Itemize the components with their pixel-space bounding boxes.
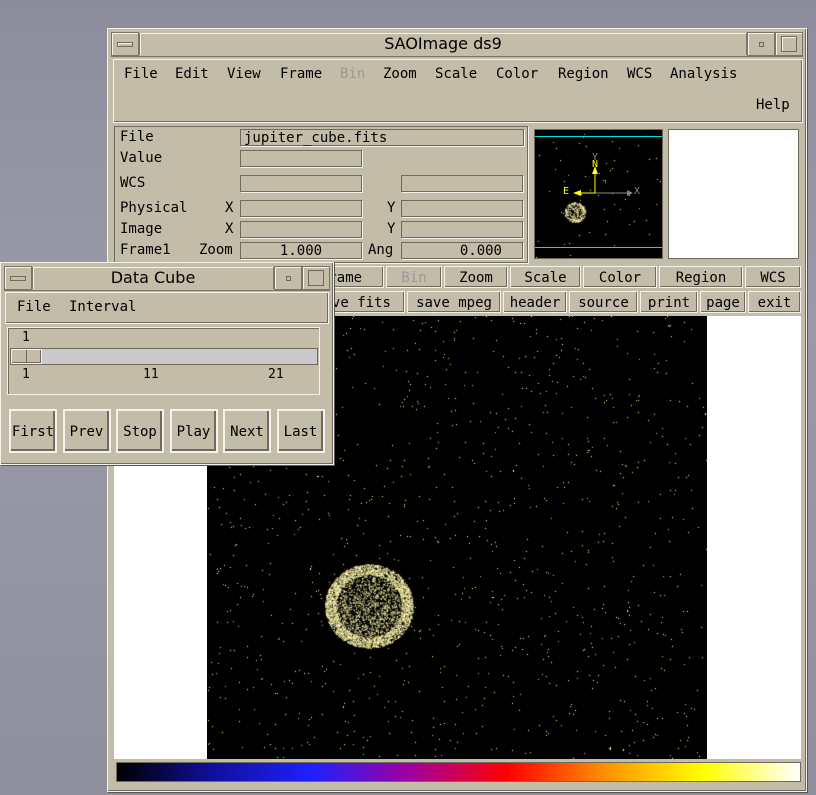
cube-menu-file[interactable]: File	[17, 299, 51, 315]
button-next[interactable]: Next	[223, 409, 271, 453]
button-region[interactable]: Region	[659, 266, 743, 288]
menu-zoom[interactable]: Zoom	[383, 66, 417, 82]
cube-menu-interval[interactable]: Interval	[69, 299, 136, 315]
minimize-icon	[758, 41, 764, 47]
cube-maximize-button[interactable]	[302, 266, 330, 290]
image-x-label: X	[225, 221, 234, 237]
frame-label: Frame1	[120, 242, 171, 258]
button-page[interactable]: page	[700, 291, 746, 313]
info-panel: File jupiter_cube.fits Value WCS Physica…	[114, 126, 528, 263]
magnifier	[668, 129, 799, 259]
panner-east-label: E	[563, 186, 570, 197]
menu-region[interactable]: Region	[558, 66, 609, 82]
image-x-field	[240, 221, 362, 238]
menu-bar: File Edit View Frame Bin Zoom Scale Color Region…	[113, 59, 803, 123]
image-y-label: Y	[387, 221, 396, 237]
title-bar[interactable]: SAOImage ds9	[111, 32, 803, 57]
maximize-button[interactable]	[775, 32, 803, 56]
menu-color[interactable]: Color	[496, 66, 538, 82]
panner-x-label: X	[634, 186, 641, 197]
value-label: Value	[120, 150, 163, 166]
physical-x-label: X	[225, 200, 234, 216]
window-menu-button[interactable]	[111, 32, 139, 56]
physical-y-field	[401, 200, 523, 217]
menu-wcs[interactable]: WCS	[627, 66, 652, 82]
cube-window-title: Data Cube	[32, 267, 274, 289]
value-field	[240, 150, 362, 167]
file-value: jupiter_cube.fits	[240, 129, 524, 146]
window-title: SAOImage ds9	[139, 33, 747, 55]
cube-title-bar[interactable]: Data Cube	[4, 266, 330, 291]
colorbar	[116, 762, 801, 782]
file-label: File	[120, 129, 154, 145]
maximize-icon	[781, 36, 797, 52]
button-save-mpeg[interactable]: save mpeg	[407, 291, 501, 313]
cube-minimize-button[interactable]	[274, 266, 302, 290]
panner[interactable]: Y N E X	[534, 129, 663, 259]
button-scale[interactable]: Scale	[510, 266, 581, 288]
slider-max-label: 21	[268, 367, 284, 382]
cube-window-menu-button[interactable]	[4, 266, 32, 290]
image-y-field	[401, 221, 523, 238]
zoom-value: 1.000	[240, 242, 362, 259]
wcs-label: WCS	[120, 175, 146, 191]
menu-bin[interactable]: Bin	[340, 66, 365, 82]
wcs-y-field	[401, 175, 523, 192]
menu-analysis[interactable]: Analysis	[670, 66, 737, 82]
physical-label: Physical	[120, 200, 188, 216]
zoom-label: Zoom	[199, 242, 233, 258]
cube-button-bar: First Prev Stop Play Next Last	[9, 409, 329, 453]
button-play[interactable]: Play	[169, 409, 218, 453]
slider-panel: 1 1 11 21	[7, 327, 320, 395]
button-prev[interactable]: Prev	[62, 409, 111, 453]
compass-icon	[573, 166, 633, 196]
minus-icon	[117, 41, 133, 47]
minimize-button[interactable]	[747, 32, 775, 56]
physical-y-label: Y	[387, 200, 396, 216]
data-cube-window: Data Cube File Interval 1 1 11 21 First P…	[0, 262, 334, 465]
slider-min-label: 1	[22, 367, 30, 382]
help-menu[interactable]: Help	[756, 97, 790, 113]
button-wcs[interactable]: WCS	[745, 266, 801, 288]
menu-frame[interactable]: Frame	[280, 66, 322, 82]
cube-menu-bar: File Interval	[5, 292, 329, 324]
slider-mid-label: 11	[143, 367, 159, 382]
button-exit[interactable]: exit	[748, 291, 801, 313]
ang-value: 0.000	[401, 242, 523, 259]
panner-north-label: N	[592, 159, 599, 170]
button-source[interactable]: source	[569, 291, 638, 313]
menu-view[interactable]: View	[227, 66, 261, 82]
button-print[interactable]: print	[640, 291, 698, 313]
button-stop[interactable]: Stop	[116, 409, 164, 453]
minus-icon	[10, 275, 26, 281]
wcs-x-field	[240, 175, 362, 192]
minimize-icon	[285, 275, 291, 281]
button-color[interactable]: Color	[583, 266, 657, 288]
image-label: Image	[120, 221, 163, 237]
physical-x-field	[240, 200, 362, 217]
menu-edit[interactable]: Edit	[175, 66, 209, 82]
maximize-icon	[308, 270, 324, 286]
menu-scale[interactable]: Scale	[435, 66, 477, 82]
ang-label: Ang	[368, 242, 394, 258]
slider-handle[interactable]	[11, 349, 42, 364]
button-first[interactable]: First	[9, 409, 57, 453]
button-last[interactable]: Last	[276, 409, 325, 453]
button-zoom[interactable]: Zoom	[444, 266, 508, 288]
button-header[interactable]: header	[503, 291, 567, 313]
slice-slider[interactable]	[10, 348, 318, 365]
menu-file[interactable]: File	[124, 66, 158, 82]
slider-current-value: 1	[22, 330, 30, 345]
button-bin[interactable]: Bin	[386, 266, 442, 288]
